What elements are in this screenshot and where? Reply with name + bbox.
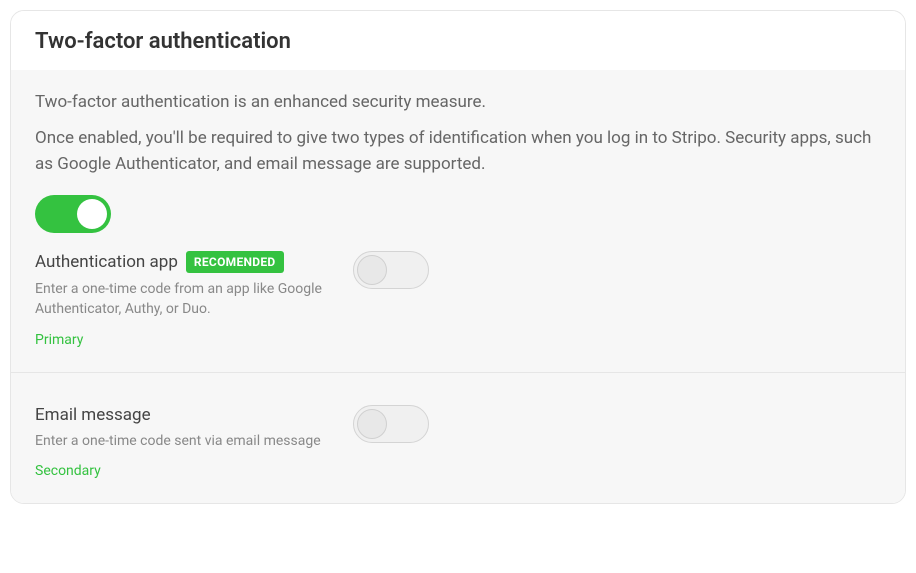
auth-app-method-row: Authentication app RECOMENDED Enter a on… <box>35 243 881 348</box>
master-toggle-container <box>35 195 881 233</box>
auth-app-toggle[interactable] <box>353 251 429 289</box>
auth-app-description: Enter a one-time code from an app like G… <box>35 279 345 320</box>
email-status: Secondary <box>35 463 345 479</box>
method-divider <box>11 372 905 373</box>
auth-app-toggle-col <box>345 251 429 289</box>
auth-app-status: Primary <box>35 332 345 348</box>
toggle-knob <box>357 409 387 439</box>
email-title-line: Email message <box>35 405 345 425</box>
card-body: Two-factor authentication is an enhanced… <box>11 70 905 503</box>
email-method-row: Email message Enter a one-time code sent… <box>35 397 881 479</box>
email-toggle-col <box>345 405 429 443</box>
auth-app-title-line: Authentication app RECOMENDED <box>35 251 345 273</box>
intro-text-1: Two-factor authentication is an enhanced… <box>35 92 881 112</box>
page-title: Two-factor authentication <box>35 29 881 54</box>
toggle-knob <box>77 199 107 229</box>
intro-text-2: Once enabled, you'll be required to give… <box>35 126 881 177</box>
auth-app-info: Authentication app RECOMENDED Enter a on… <box>35 251 345 348</box>
card-header: Two-factor authentication <box>11 11 905 70</box>
email-title: Email message <box>35 405 151 425</box>
email-info: Email message Enter a one-time code sent… <box>35 405 345 479</box>
toggle-knob <box>357 255 387 285</box>
recommended-badge: RECOMENDED <box>186 251 284 273</box>
two-factor-card: Two-factor authentication Two-factor aut… <box>10 10 906 504</box>
email-toggle[interactable] <box>353 405 429 443</box>
email-description: Enter a one-time code sent via email mes… <box>35 431 345 451</box>
auth-app-title: Authentication app <box>35 252 178 272</box>
two-factor-master-toggle[interactable] <box>35 195 111 233</box>
